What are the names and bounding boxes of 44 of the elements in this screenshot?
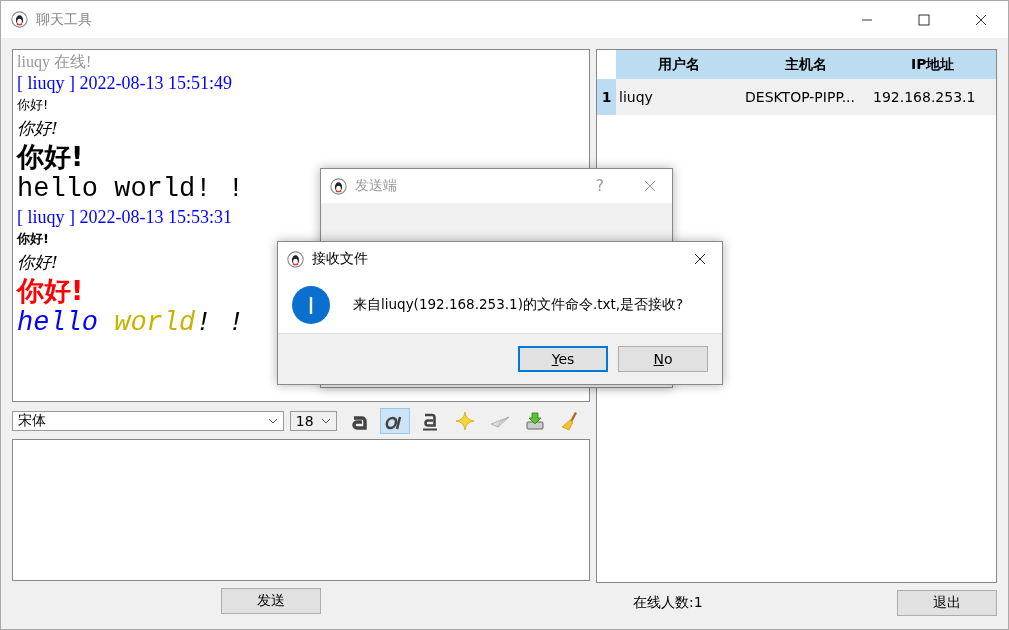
chat-message-text: hello world! !	[17, 307, 244, 340]
caret-icon	[321, 418, 331, 424]
no-button[interactable]: No	[618, 346, 708, 372]
maximize-icon[interactable]	[918, 13, 930, 26]
online-count: 在线人数:1	[633, 594, 703, 612]
send-button[interactable]: 发送	[221, 588, 321, 614]
yes-button[interactable]: Yes	[518, 346, 608, 372]
chat-message-text: 你好!	[17, 274, 84, 307]
font-dropdown[interactable]: 宋体	[12, 411, 284, 431]
table-cell-text: 192.168.253.1	[872, 89, 977, 105]
font-size-dropdown[interactable]: 18	[289, 411, 337, 431]
chat-message-header: [ liuqy ] 2022-08-13 15:51:49	[17, 72, 233, 94]
column-header[interactable]: 用户名	[616, 50, 743, 79]
chat-message-header: [ liuqy ] 2022-08-13 15:53:31	[17, 206, 233, 228]
caret-icon	[267, 418, 278, 424]
table-cell-text: DESKTOP-PIPP...	[744, 89, 856, 105]
sparkle-icon	[455, 411, 475, 431]
table-cell-text: liuqy	[618, 89, 654, 105]
chat-message-text: hello world! !	[17, 173, 244, 206]
dialog-title: 接收文件	[312, 250, 368, 268]
broom-icon	[560, 411, 580, 431]
dialog-message: 来自liuqy(192.168.253.1)的文件命令.txt,是否接收?	[353, 295, 684, 314]
penguin-icon	[287, 250, 304, 268]
row-header[interactable]: 1	[597, 79, 616, 115]
info-icon	[292, 285, 330, 324]
chat-message-text: 你好!	[17, 96, 49, 114]
window-title: 聊天工具	[36, 10, 92, 29]
close-icon[interactable]	[694, 253, 706, 265]
chat-message-text: 你好!	[17, 140, 84, 173]
download-tray-icon	[525, 411, 545, 431]
column-header[interactable]: IP地址	[869, 50, 996, 79]
column-header[interactable]: 主机名	[742, 50, 870, 79]
dialog-title: 发送端	[355, 177, 397, 195]
italic-button[interactable]	[380, 408, 410, 434]
penguin-icon	[330, 177, 347, 195]
chat-message-text: 你好!	[17, 117, 58, 140]
chat-message-text: 你好!	[17, 251, 58, 274]
chat-status-line: liuqy 在线!	[17, 52, 93, 72]
close-icon[interactable]	[975, 13, 987, 26]
chat-message-text: 你好!	[17, 230, 49, 248]
exit-button[interactable]: 退出	[897, 590, 997, 616]
penguin-icon	[11, 11, 28, 28]
underlined-letter-icon	[420, 411, 440, 431]
message-input[interactable]	[12, 439, 590, 581]
